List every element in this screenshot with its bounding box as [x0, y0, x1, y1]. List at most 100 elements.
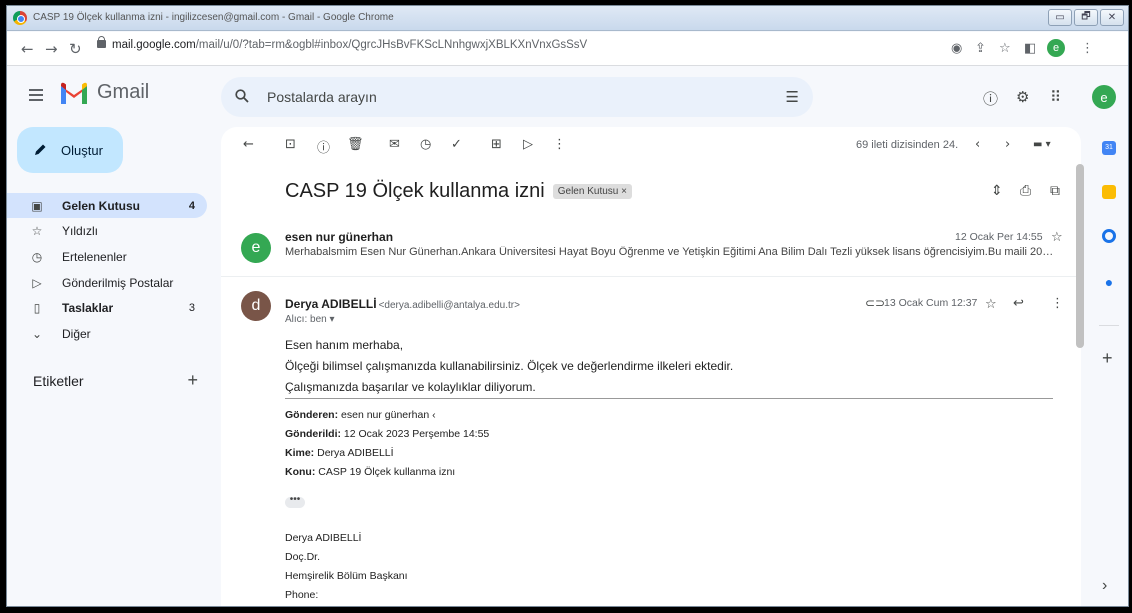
labels-title: Etiketler — [33, 373, 84, 389]
inbox-icon: ▣ — [31, 198, 43, 213]
compose-label: Oluştur — [61, 142, 103, 158]
sender-name: esen nur günerhan — [285, 230, 394, 244]
more-options-icon[interactable]: ⋮ — [553, 137, 566, 152]
back-to-inbox-icon[interactable]: ← — [243, 137, 254, 152]
add-label-icon[interactable]: + — [187, 370, 198, 391]
sidebar-item-starred[interactable]: ☆ Yıldızlı — [7, 218, 207, 243]
side-panel-icon[interactable]: ◧ — [1024, 41, 1036, 56]
message-collapsed[interactable]: e esen nur günerhan Merhabalsmim Esen Nu… — [221, 219, 1081, 277]
side-panel: 31 ● + › — [1087, 127, 1128, 606]
maximize-button[interactable]: 🗗 — [1074, 9, 1098, 26]
sender-avatar: d — [241, 291, 271, 321]
open-new-window-icon[interactable]: ⧉ — [1050, 183, 1060, 199]
get-addons-icon[interactable]: + — [1102, 349, 1116, 367]
back-arrow-icon[interactable]: ← — [21, 40, 34, 58]
url-path: /mail/u/0/?tab=rm&ogbl#inbox/QgrcJHsBvFK… — [195, 39, 588, 51]
labels-heading: Etiketler + — [33, 370, 198, 391]
body-line: Esen hanım merhaba, — [285, 338, 404, 352]
pencil-icon — [35, 144, 46, 155]
archive-icon[interactable]: ⊡ — [285, 137, 296, 152]
eye-icon[interactable]: ◉ — [951, 41, 962, 56]
bookmark-star-icon[interactable]: ☆ — [999, 41, 1011, 56]
previous-conversation-icon[interactable]: ‹ — [975, 137, 980, 152]
star-icon[interactable]: ☆ — [1051, 230, 1063, 245]
scrollbar[interactable] — [1076, 164, 1084, 606]
search-bar[interactable]: ☰ — [221, 77, 813, 117]
gmail-m-icon — [61, 82, 87, 104]
kebab-menu-icon[interactable]: ⋮ — [1081, 41, 1094, 56]
scrollbar-thumb[interactable] — [1076, 164, 1084, 348]
paging-text: 69 ileti dizisinden 24. — [856, 139, 959, 151]
compose-button[interactable]: Oluştur — [17, 127, 123, 173]
chrome-logo-icon — [13, 11, 27, 25]
url-field[interactable]: mail.google.com/mail/u/0/?tab=rm&ogbl#in… — [97, 36, 588, 51]
quoted-header: Gönderen: esen nur günerhan ‹ Gönderildi… — [285, 406, 489, 482]
sidebar-item-label: Yıldızlı — [62, 223, 99, 238]
gmail-logo[interactable]: Gmail — [59, 81, 149, 104]
sent-label: Gönderildi: — [285, 428, 341, 440]
main-menu-icon[interactable] — [29, 89, 43, 101]
sidebar-item-label: Taslaklar — [62, 300, 114, 315]
more-options-icon[interactable]: ⋮ — [1051, 296, 1064, 311]
forward-arrow-icon[interactable]: → — [45, 40, 58, 58]
expand-all-icon[interactable]: ⇕ — [991, 183, 1003, 199]
profile-avatar[interactable]: e — [1047, 39, 1065, 57]
sidebar-item-drafts[interactable]: ▯ Taslaklar 3 — [7, 295, 207, 320]
sidebar-item-inbox[interactable]: ▣ Gelen Kutusu 4 — [7, 193, 207, 218]
sidebar-item-snoozed[interactable]: ◷ Ertelenenler — [7, 244, 207, 269]
gmail-wordmark: Gmail — [97, 81, 150, 103]
search-icon[interactable] — [235, 89, 249, 103]
label-icon[interactable]: ▷ — [523, 137, 533, 152]
star-icon[interactable]: ☆ — [985, 297, 997, 312]
snooze-icon[interactable]: ◷ — [420, 137, 431, 152]
sender-name[interactable]: Derya ADIBELLİ — [285, 297, 377, 311]
address-bar: ← → ↻ mail.google.com/mail/u/0/?tab=rm&o… — [7, 32, 1128, 66]
reload-icon[interactable]: ↻ — [69, 40, 82, 58]
input-tools-icon[interactable]: ▬ ▾ — [1033, 139, 1051, 150]
show-side-panel-icon[interactable]: › — [1102, 578, 1116, 594]
lock-icon — [97, 36, 106, 48]
window-controls: ▭ 🗗 ✕ — [1048, 9, 1124, 26]
from-label: Gönderen: — [285, 409, 339, 421]
send-icon: ▷ — [32, 275, 42, 290]
subject-text: CASP 19 Ölçek kullanma izni — [285, 180, 545, 202]
signature-line: Derya ADIBELLİ — [285, 532, 362, 544]
unread-count: 4 — [188, 199, 195, 212]
apps-grid-icon[interactable]: ⠿ — [1050, 88, 1061, 106]
sidebar-item-more[interactable]: ⌄ Diğer — [7, 321, 207, 346]
from-value: esen nur günerhan ‹ — [338, 409, 436, 421]
signature: Derya ADIBELLİ Doç.Dr. Hemşirelik Bölüm … — [285, 529, 408, 605]
show-trimmed-content-button[interactable]: ••• — [285, 495, 305, 508]
thread-subject: CASP 19 Ölçek kullanma izni Gelen Kutusu … — [285, 180, 632, 203]
close-button[interactable]: ✕ — [1100, 9, 1124, 26]
calendar-icon[interactable]: 31 — [1102, 141, 1116, 155]
sidebar: Oluştur ▣ Gelen Kutusu 4 ☆ Yıldızlı ◷ Er… — [7, 127, 219, 606]
print-icon[interactable]: ⎙ — [1020, 183, 1031, 199]
window-title: CASP 19 Ölçek kullanma izni - ingilizces… — [33, 12, 394, 23]
settings-gear-icon[interactable]: ⚙ — [1016, 88, 1029, 106]
report-spam-icon[interactable]: ⓘ — [317, 137, 330, 156]
subject-value: CASP 19 Ölçek kullanma iznı — [315, 466, 456, 478]
contacts-icon[interactable]: ● — [1102, 275, 1116, 289]
keep-icon[interactable] — [1102, 185, 1116, 199]
mark-unread-icon[interactable]: ✉ — [389, 137, 400, 152]
search-input[interactable] — [267, 87, 717, 107]
recipient-dropdown[interactable]: Alıcı: ben ▾ — [285, 314, 335, 325]
signature-line: Doç.Dr. — [285, 551, 321, 563]
reply-icon[interactable]: ↩ — [1013, 296, 1024, 311]
move-to-icon[interactable]: ⊞ — [491, 137, 502, 152]
help-icon[interactable]: ⓘ — [983, 88, 998, 109]
share-icon[interactable]: ⇪ — [975, 41, 986, 56]
add-task-icon[interactable]: ✓ — [451, 137, 462, 152]
tasks-icon[interactable] — [1102, 229, 1116, 243]
account-avatar[interactable]: e — [1092, 85, 1116, 109]
sidebar-item-sent[interactable]: ▷ Gönderilmiş Postalar — [7, 270, 207, 295]
delete-icon[interactable]: 🗑 — [347, 137, 364, 152]
search-options-icon[interactable]: ☰ — [786, 88, 799, 106]
gmail-header: Gmail ☰ ⓘ ⚙ ⠿ e — [7, 67, 1128, 127]
quote-divider — [285, 398, 1053, 399]
sidebar-item-label: Diğer — [62, 326, 91, 341]
minimize-button[interactable]: ▭ — [1048, 9, 1072, 26]
inbox-label-chip[interactable]: Gelen Kutusu × — [552, 184, 632, 199]
next-conversation-icon[interactable]: › — [1005, 137, 1010, 152]
